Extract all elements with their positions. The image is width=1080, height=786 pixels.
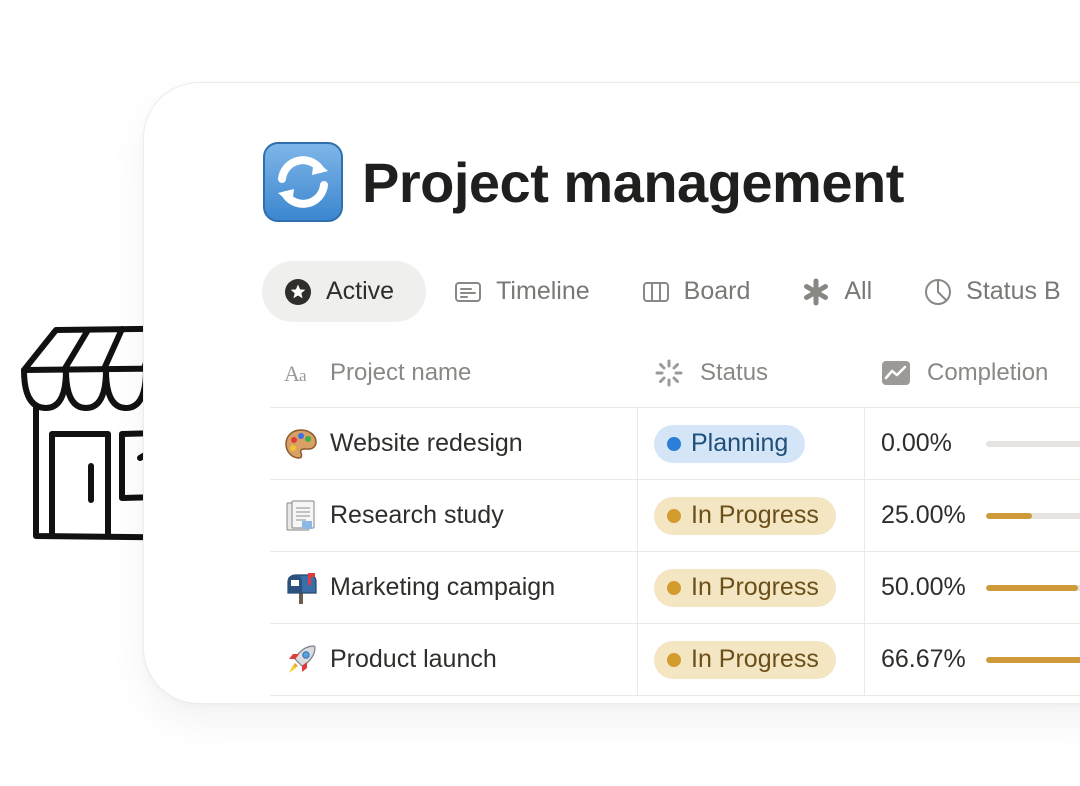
mailbox-icon	[287, 572, 317, 604]
progress-fill	[985, 656, 1080, 663]
table-header: A a Project name Status Completion	[270, 338, 1080, 408]
page: Project management Active Timeline Board	[0, 0, 1080, 786]
status-dot	[667, 580, 681, 595]
rocket-icon	[289, 644, 316, 673]
project-name: Website redesign	[330, 429, 523, 457]
view-tabs: Active Timeline Board All Status B	[262, 261, 1080, 322]
table-row[interactable]: Product launch In Progress 66.67%	[270, 624, 1080, 696]
completion-value: 50.00%	[881, 573, 966, 601]
completion-progress-bar	[985, 656, 1080, 663]
column-header-completion[interactable]: Completion	[865, 358, 1080, 388]
tab-all[interactable]: All	[780, 261, 896, 322]
completion-value: 25.00%	[881, 501, 966, 529]
project-name: Marketing campaign	[330, 573, 556, 601]
status-badge: In Progress	[654, 640, 836, 679]
project-name-cell[interactable]: Website redesign	[270, 408, 638, 479]
column-header-status[interactable]: Status	[638, 358, 865, 388]
status-spinner-icon	[655, 359, 683, 386]
asterisk-icon	[804, 278, 829, 305]
status-label: In Progress	[691, 645, 819, 673]
star-circle-icon	[285, 278, 311, 305]
completion-cell[interactable]: 0.00%	[865, 408, 1080, 479]
tab-label: Status B	[966, 277, 1061, 305]
column-header-label: Project name	[330, 358, 472, 386]
status-cell[interactable]: In Progress	[638, 624, 865, 695]
tab-label: Timeline	[496, 277, 590, 305]
completion-value: 66.67%	[881, 645, 966, 673]
project-name-cell[interactable]: Research study	[270, 480, 638, 551]
tab-label: Board	[683, 277, 751, 305]
status-cell[interactable]: In Progress	[638, 552, 865, 623]
column-header-label: Status	[700, 358, 769, 386]
status-badge: Planning	[654, 424, 806, 463]
column-header-project-name[interactable]: A a Project name	[270, 358, 638, 388]
palette-icon	[285, 428, 317, 459]
status-cell[interactable]: In Progress	[638, 480, 865, 551]
chart-property-icon	[882, 360, 910, 385]
completion-progress-bar	[985, 584, 1080, 591]
tab-timeline[interactable]: Timeline	[432, 261, 614, 322]
project-name: Research study	[330, 501, 504, 529]
project-name-cell[interactable]: Marketing campaign	[270, 552, 638, 623]
status-label: In Progress	[691, 573, 819, 601]
arrows-counterclockwise-icon	[263, 142, 343, 222]
tab-active[interactable]: Active	[262, 261, 427, 322]
progress-fill	[985, 584, 1078, 591]
status-cell[interactable]: Planning	[638, 408, 865, 479]
document-icon	[286, 499, 315, 531]
completion-value: 0.00%	[881, 429, 952, 457]
page-header: Project management	[262, 140, 904, 224]
projects-table: A a Project name Status Completion Websi…	[270, 338, 1080, 696]
completion-progress-bar	[985, 440, 1080, 447]
status-label: Planning	[691, 429, 789, 457]
status-dot	[667, 436, 681, 451]
status-dot	[667, 508, 681, 523]
project-name: Product launch	[330, 645, 497, 673]
table-row[interactable]: Marketing campaign In Progress 50.00%	[270, 552, 1080, 624]
text-property-icon: A a	[284, 361, 307, 386]
table-row[interactable]: Research study In Progress 25.00%	[270, 480, 1080, 552]
board-columns-icon	[642, 281, 669, 302]
tab-label: All	[844, 277, 873, 305]
svg-text:a: a	[299, 366, 307, 385]
tab-label: Active	[326, 277, 395, 305]
page-title: Project management	[362, 150, 904, 214]
completion-cell[interactable]: 50.00%	[865, 552, 1080, 623]
timeline-icon	[455, 281, 482, 302]
project-name-cell[interactable]: Product launch	[270, 624, 638, 695]
tab-status-board[interactable]: Status B	[902, 261, 1080, 322]
status-dot	[667, 652, 681, 667]
completion-cell[interactable]: 25.00%	[865, 480, 1080, 551]
completion-progress-bar	[985, 512, 1080, 519]
status-badge: In Progress	[654, 496, 836, 535]
tab-board[interactable]: Board	[620, 261, 775, 322]
completion-cell[interactable]: 66.67%	[865, 624, 1080, 695]
svg-text:A: A	[284, 361, 300, 386]
column-header-label: Completion	[927, 358, 1049, 386]
pie-chart-icon	[925, 278, 952, 305]
progress-fill	[985, 512, 1032, 519]
status-label: In Progress	[691, 501, 819, 529]
table-row[interactable]: Website redesign Planning 0.00%	[270, 408, 1080, 480]
status-badge: In Progress	[654, 568, 836, 607]
